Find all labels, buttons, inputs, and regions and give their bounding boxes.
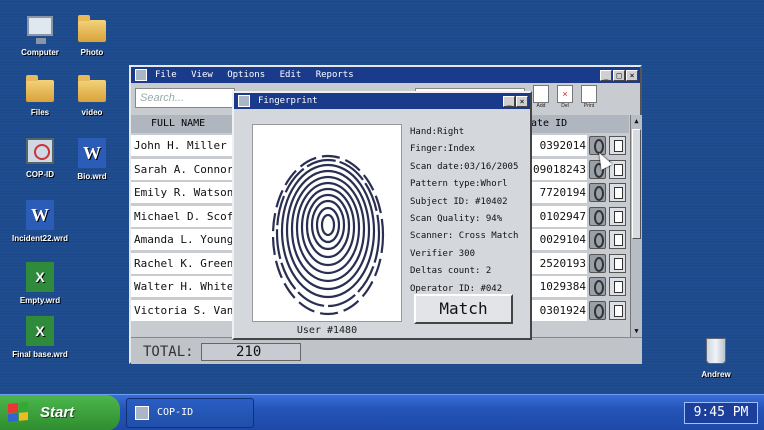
dialog-close-button[interactable]: × (516, 95, 528, 107)
app-icon (238, 95, 250, 107)
detail-hand: Hand:Right (410, 127, 465, 137)
fingerprint-caption: User #1480 (296, 325, 358, 336)
document-icon[interactable] (609, 253, 626, 273)
detail-subject-id: Subject ID: #10402 (410, 196, 508, 207)
scroll-up-icon[interactable]: ▲ (632, 117, 641, 125)
menu-options[interactable]: Options (227, 70, 265, 80)
detail-verifier: Verifier 300 (410, 248, 476, 259)
detail-scan-quality: Scan Quality: 94% (410, 214, 503, 225)
folder-icon (78, 75, 106, 102)
app-icon (135, 406, 149, 420)
start-button[interactable]: Start (0, 395, 120, 430)
recycle-bin-icon (706, 338, 726, 364)
print-icon (581, 85, 597, 103)
fingerprint-icon[interactable] (589, 300, 606, 320)
desktop-icon-photo[interactable]: Photo (60, 14, 124, 57)
column-full-name[interactable]: FULL NAME (151, 118, 205, 129)
dialog-minimize-button[interactable]: _ (503, 95, 515, 107)
spreadsheet-icon: X (26, 262, 54, 292)
document-icon[interactable] (609, 206, 626, 226)
menu-reports[interactable]: Reports (316, 70, 354, 80)
fingerprint-dialog: Fingerprint _ × User #1480 Hand:Right Fi… (232, 91, 532, 340)
word-document-icon: W (78, 138, 106, 168)
desktop-icon-label: Andrew (701, 370, 731, 379)
desktop-icon-video[interactable]: video (60, 74, 124, 117)
total-label: TOTAL: (143, 344, 194, 360)
document-icon[interactable] (609, 183, 626, 202)
menu-file[interactable]: File (155, 70, 177, 80)
close-button[interactable]: × (626, 69, 638, 81)
computer-icon (27, 16, 53, 44)
desktop-icon-label: Empty.wrd (19, 296, 61, 305)
column-date-id[interactable]: ate ID (531, 118, 567, 129)
fingerprint-image (252, 124, 402, 322)
document-icon[interactable] (609, 230, 626, 249)
scroll-thumb[interactable] (632, 129, 641, 239)
taskbar-item-cop-id[interactable]: COP-ID (126, 398, 254, 428)
detail-scanner: Scanner: Cross Match (410, 231, 519, 242)
match-button[interactable]: Match (414, 294, 513, 324)
detail-scan-date: Scan date:03/16/2005 (410, 161, 519, 172)
document-icon[interactable] (609, 277, 626, 296)
main-window-titlebar[interactable]: File View Options Edit Reports _ □ × (131, 67, 640, 83)
desktop-icon-label: Photo (80, 48, 104, 57)
menu-edit[interactable]: Edit (280, 70, 302, 80)
search-input[interactable]: Search... (135, 88, 235, 108)
add-icon (533, 85, 549, 103)
desktop-icon-bio[interactable]: W Bio.wrd (60, 138, 124, 181)
word-document-icon: W (26, 200, 54, 230)
system-clock[interactable]: 9:45 PM (684, 402, 758, 424)
fingerprint-details: Hand:Right Finger:Index Scan date:03/16/… (410, 124, 532, 298)
detail-pattern-type: Pattern type:Whorl (410, 179, 508, 190)
delete-icon: × (557, 85, 573, 103)
maximize-button[interactable]: □ (613, 69, 625, 81)
total-bar: TOTAL: 210 (131, 337, 642, 364)
desktop-icon-final-base[interactable]: X Final base.wrd (8, 316, 72, 359)
windows-logo-icon (8, 401, 28, 423)
desktop-icon-andrew[interactable]: Andrew (684, 336, 748, 379)
desktop-icon-label: Incident22.wrd (11, 234, 68, 243)
app-icon (135, 69, 147, 81)
scroll-down-icon[interactable]: ▼ (632, 327, 641, 335)
folder-icon (78, 15, 106, 42)
delete-button[interactable]: × Del (553, 85, 577, 109)
print-button[interactable]: Print (577, 85, 601, 109)
detail-finger: Finger:Index (410, 144, 476, 155)
document-icon[interactable] (609, 136, 626, 155)
fingerprint-icon[interactable] (589, 183, 606, 202)
vertical-scrollbar[interactable]: ▲ ▼ (630, 115, 642, 337)
fingerprint-icon[interactable] (589, 253, 606, 273)
detail-deltas-count: Deltas count: 2 (410, 266, 492, 277)
fingerprint-icon[interactable] (589, 277, 606, 296)
total-value: 210 (201, 343, 301, 361)
menu-bar: File View Options Edit Reports (155, 70, 363, 80)
dialog-title: Fingerprint (258, 96, 318, 106)
folder-icon (26, 75, 54, 102)
desktop-icon-label: video (81, 108, 103, 117)
fingerprint-icon[interactable] (589, 230, 606, 249)
taskbar-item-label: COP-ID (157, 407, 194, 418)
fingerprint-icon[interactable] (589, 206, 606, 226)
desktop-icon-label: Bio.wrd (77, 172, 107, 181)
dialog-titlebar[interactable]: Fingerprint _ × (234, 93, 530, 109)
desktop-icon-empty[interactable]: X Empty.wrd (8, 262, 72, 305)
document-icon[interactable] (609, 300, 626, 320)
menu-view[interactable]: View (191, 70, 213, 80)
desktop-icon-label: Final base.wrd (12, 350, 68, 359)
spreadsheet-icon: X (26, 316, 54, 346)
taskbar: Start COP-ID 9:45 PM (0, 394, 764, 430)
desktop-icon-incident22[interactable]: W Incident22.wrd (8, 200, 72, 243)
minimize-button[interactable]: _ (600, 69, 612, 81)
start-label: Start (40, 404, 75, 421)
scanner-icon (26, 138, 54, 164)
add-button[interactable]: Add (529, 85, 553, 109)
